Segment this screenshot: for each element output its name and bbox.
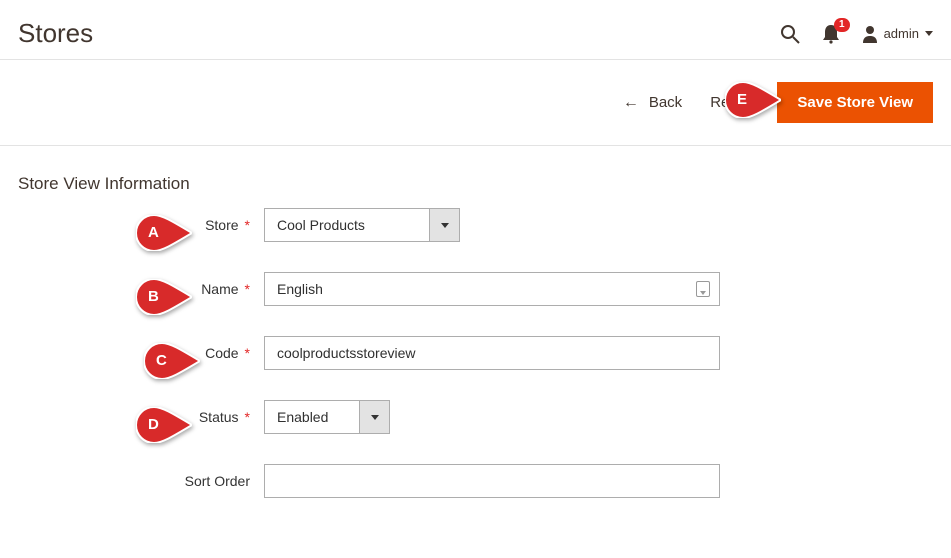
callout-b: B [136, 279, 192, 315]
required-marker: * [245, 345, 250, 361]
search-icon[interactable] [780, 24, 800, 44]
user-menu[interactable]: admin [862, 25, 933, 43]
notifications-icon[interactable]: 1 [822, 24, 840, 44]
section-title: Store View Information [0, 146, 951, 208]
required-marker: * [245, 409, 250, 425]
status-label: Status [199, 409, 239, 425]
save-store-view-button[interactable]: Save Store View [777, 82, 933, 123]
action-bar: ← Back Reset Save Store View E [0, 59, 951, 146]
chevron-down-icon [925, 31, 933, 36]
required-marker: * [245, 217, 250, 233]
store-select-value: Cool Products [265, 209, 429, 241]
page-title: Stores [18, 18, 93, 49]
required-marker: * [245, 281, 250, 297]
chevron-down-icon [429, 209, 459, 241]
code-label: Code [205, 345, 238, 361]
sort-order-label: Sort Order [185, 473, 250, 489]
chevron-down-icon [359, 401, 389, 433]
username: admin [884, 26, 919, 41]
notifications-badge: 1 [834, 18, 850, 32]
callout-d: D [136, 407, 192, 443]
arrow-left-icon: ← [623, 95, 639, 111]
back-button[interactable]: ← Back [623, 94, 682, 111]
autofill-icon [696, 281, 710, 297]
callout-c: C [144, 343, 200, 379]
code-input[interactable] [264, 336, 720, 370]
sort-order-input[interactable] [264, 464, 720, 498]
status-select[interactable]: Enabled [264, 400, 390, 434]
reset-button[interactable]: Reset [710, 94, 749, 111]
name-input[interactable] [264, 272, 720, 306]
back-label: Back [649, 94, 682, 111]
name-label: Name [201, 281, 238, 297]
status-select-value: Enabled [265, 401, 359, 433]
callout-a: A [136, 215, 192, 251]
store-select[interactable]: Cool Products [264, 208, 460, 242]
user-icon [862, 25, 878, 43]
store-label: Store [205, 217, 238, 233]
